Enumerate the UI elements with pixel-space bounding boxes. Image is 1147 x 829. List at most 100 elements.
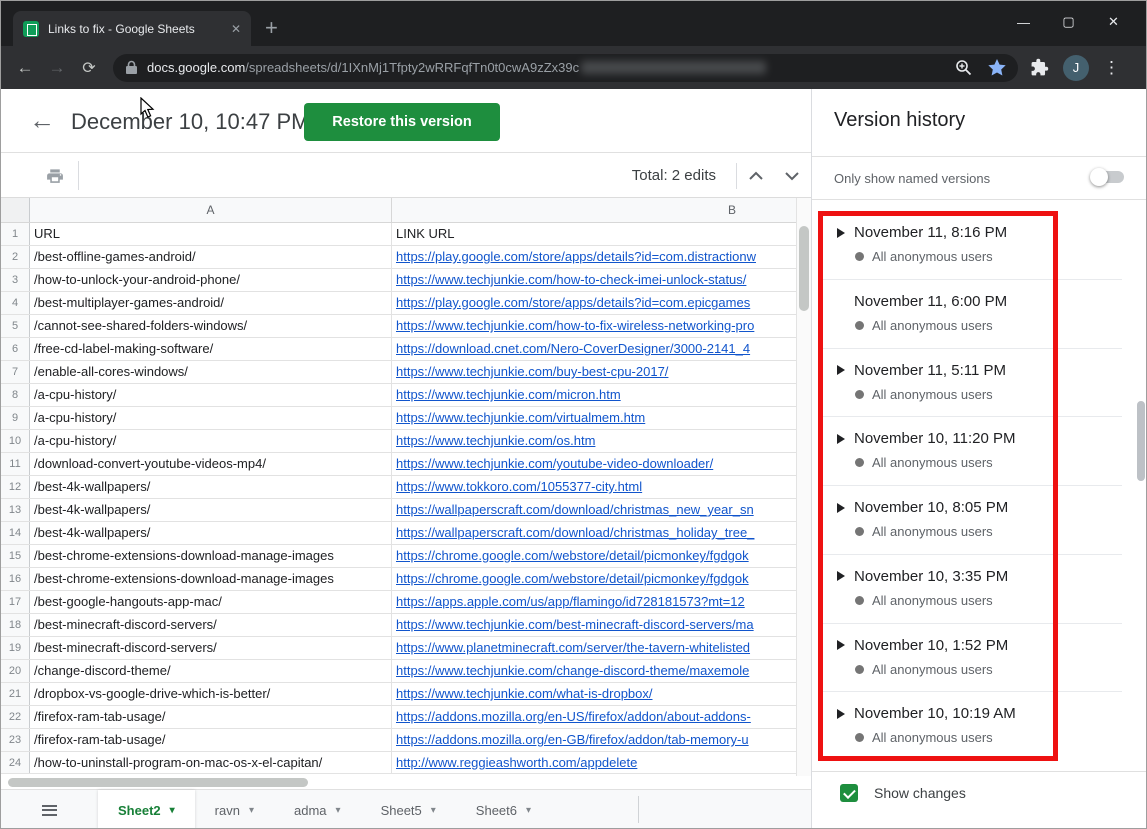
cell-url[interactable]: /a-cpu-history/ <box>30 430 392 452</box>
cell-url[interactable]: /a-cpu-history/ <box>30 407 392 429</box>
show-changes-checkbox[interactable] <box>840 784 858 802</box>
version-list-item[interactable]: November 11, 5:11 PM All anonymous users <box>818 349 1122 418</box>
cell-link-url[interactable]: https://www.techjunkie.com/how-to-fix-wi… <box>392 315 796 337</box>
column-header-a[interactable]: A <box>30 198 392 222</box>
cell-url[interactable]: /enable-all-cores-windows/ <box>30 361 392 383</box>
maximize-button[interactable]: ▢ <box>1046 7 1091 37</box>
version-list-item[interactable]: November 11, 6:00 PM All anonymous users <box>818 280 1122 349</box>
row-header[interactable]: 23 <box>1 729 30 751</box>
row-header[interactable]: 22 <box>1 706 30 728</box>
sheet-tab[interactable]: ravn▾ <box>195 790 274 829</box>
cell-link-url[interactable]: https://wallpaperscraft.com/download/chr… <box>392 522 796 544</box>
cell-url[interactable]: /how-to-unlock-your-android-phone/ <box>30 269 392 291</box>
all-sheets-menu-icon[interactable] <box>1 790 98 829</box>
cell-url[interactable]: /change-discord-theme/ <box>30 660 392 682</box>
cell-url[interactable]: /download-convert-youtube-videos-mp4/ <box>30 453 392 475</box>
cell-link-url[interactable]: https://chrome.google.com/webstore/detai… <box>392 545 796 567</box>
cell-link-url[interactable]: https://download.cnet.com/Nero-CoverDesi… <box>392 338 796 360</box>
row-header[interactable]: 24 <box>1 752 30 773</box>
show-changes-row[interactable]: Show changes <box>840 784 966 802</box>
cell-url[interactable]: /best-google-hangouts-app-mac/ <box>30 591 392 613</box>
cell-url[interactable]: /best-4k-wallpapers/ <box>30 499 392 521</box>
row-header[interactable]: 11 <box>1 453 30 475</box>
row-header[interactable]: 17 <box>1 591 30 613</box>
cell-url[interactable]: /best-chrome-extensions-download-manage-… <box>30 568 392 590</box>
horizontal-scrollbar-thumb[interactable] <box>8 778 308 787</box>
cell-url[interactable]: /a-cpu-history/ <box>30 384 392 406</box>
cell-link-url[interactable]: https://play.google.com/store/apps/detai… <box>392 246 796 268</box>
bookmark-star-icon[interactable] <box>988 59 1006 76</box>
row-header[interactable]: 6 <box>1 338 30 360</box>
sheet-tab-caret-icon[interactable]: ▾ <box>526 805 531 816</box>
sheet-tab[interactable]: Sheet6▾ <box>456 790 551 829</box>
cell-url[interactable]: /dropbox-vs-google-drive-which-is-better… <box>30 683 392 705</box>
minimize-button[interactable]: — <box>1001 7 1046 37</box>
cell-url[interactable]: /best-minecraft-discord-servers/ <box>30 614 392 636</box>
row-header[interactable]: 16 <box>1 568 30 590</box>
cell-url[interactable]: /best-minecraft-discord-servers/ <box>30 637 392 659</box>
row-header[interactable]: 7 <box>1 361 30 383</box>
row-header[interactable]: 8 <box>1 384 30 406</box>
cell-link-url[interactable]: http://www.reggieashworth.com/appdelete <box>392 752 796 773</box>
row-header[interactable]: 2 <box>1 246 30 268</box>
row-header[interactable]: 14 <box>1 522 30 544</box>
horizontal-scrollbar[interactable] <box>1 773 796 789</box>
row-header[interactable]: 20 <box>1 660 30 682</box>
browser-tab[interactable]: Links to fix - Google Sheets ✕ <box>13 11 251 46</box>
expand-triangle-icon[interactable] <box>837 228 845 238</box>
print-icon[interactable] <box>45 167 65 186</box>
address-bar[interactable]: docs.google.com/spreadsheets/d/1IXnMj1Tf… <box>113 54 1018 82</box>
extensions-puzzle-icon[interactable] <box>1030 58 1049 77</box>
cell-link-url[interactable]: https://www.tokkoro.com/1055377-city.htm… <box>392 476 796 498</box>
row-header[interactable]: 13 <box>1 499 30 521</box>
cell-link-url[interactable]: https://www.techjunkie.com/what-is-dropb… <box>392 683 796 705</box>
sheet-tab[interactable]: adma▾ <box>274 790 361 829</box>
version-list-item[interactable]: November 10, 8:05 PM All anonymous users <box>818 486 1122 555</box>
forward-icon[interactable]: → <box>41 58 73 78</box>
row-header[interactable]: 19 <box>1 637 30 659</box>
exit-history-back-icon[interactable]: ← <box>29 107 55 133</box>
back-icon[interactable]: ← <box>9 58 41 78</box>
named-versions-toggle[interactable] <box>1090 167 1126 187</box>
restore-version-button[interactable]: Restore this version <box>304 103 500 141</box>
row-header[interactable]: 1 <box>1 223 30 245</box>
cell-link-url[interactable]: https://addons.mozilla.org/en-US/firefox… <box>392 706 796 728</box>
cell-link-url[interactable]: https://www.techjunkie.com/virtualmem.ht… <box>392 407 796 429</box>
select-all-corner[interactable] <box>1 198 30 222</box>
sheet-tab[interactable]: Sheet2▾ <box>98 790 195 829</box>
chrome-menu-icon[interactable]: ⋮ <box>1103 58 1120 78</box>
row-header[interactable]: 5 <box>1 315 30 337</box>
cell-url[interactable]: /best-4k-wallpapers/ <box>30 522 392 544</box>
version-list-item[interactable]: November 10, 3:35 PM All anonymous users <box>818 555 1122 624</box>
expand-triangle-icon[interactable] <box>837 709 845 719</box>
cell-link-url[interactable]: https://chrome.google.com/webstore/detai… <box>392 568 796 590</box>
next-edit-chevron-down-icon[interactable] <box>784 171 800 181</box>
zoom-icon[interactable] <box>955 59 972 76</box>
version-list-item[interactable]: November 11, 8:16 PM All anonymous users <box>818 211 1122 280</box>
cell-link-url[interactable]: https://addons.mozilla.org/en-GB/firefox… <box>392 729 796 751</box>
row-header[interactable]: 12 <box>1 476 30 498</box>
column-header-b[interactable]: B <box>392 198 796 222</box>
cell-url[interactable]: /cannot-see-shared-folders-windows/ <box>30 315 392 337</box>
expand-triangle-icon[interactable] <box>837 503 845 513</box>
cell-url[interactable]: /firefox-ram-tab-usage/ <box>30 706 392 728</box>
version-list-item[interactable]: November 10, 1:52 PM All anonymous users <box>818 624 1122 693</box>
row-header[interactable]: 21 <box>1 683 30 705</box>
version-list-item[interactable]: November 10, 11:20 PM All anonymous user… <box>818 417 1122 486</box>
spreadsheet-grid[interactable]: A B 1 URL LINK URL 2 /best-offline-games… <box>1 198 796 773</box>
cell-link-url[interactable]: https://www.techjunkie.com/youtube-video… <box>392 453 796 475</box>
expand-triangle-icon[interactable] <box>837 365 845 375</box>
cell-link-url[interactable]: LINK URL <box>392 223 796 245</box>
cell-url[interactable]: /best-4k-wallpapers/ <box>30 476 392 498</box>
cell-url[interactable]: /best-offline-games-android/ <box>30 246 392 268</box>
tab-close-icon[interactable]: ✕ <box>231 22 241 36</box>
profile-avatar[interactable]: J <box>1063 55 1089 81</box>
panel-scrollbar-thumb[interactable] <box>1137 401 1145 481</box>
sheet-tab[interactable]: Sheet5▾ <box>361 790 456 829</box>
cell-link-url[interactable]: https://apps.apple.com/us/app/flamingo/i… <box>392 591 796 613</box>
expand-triangle-icon[interactable] <box>837 571 845 581</box>
sheet-tab-caret-icon[interactable]: ▾ <box>249 805 254 816</box>
row-header[interactable]: 3 <box>1 269 30 291</box>
cell-url[interactable]: URL <box>30 223 392 245</box>
cell-url[interactable]: /how-to-uninstall-program-on-mac-os-x-el… <box>30 752 392 773</box>
